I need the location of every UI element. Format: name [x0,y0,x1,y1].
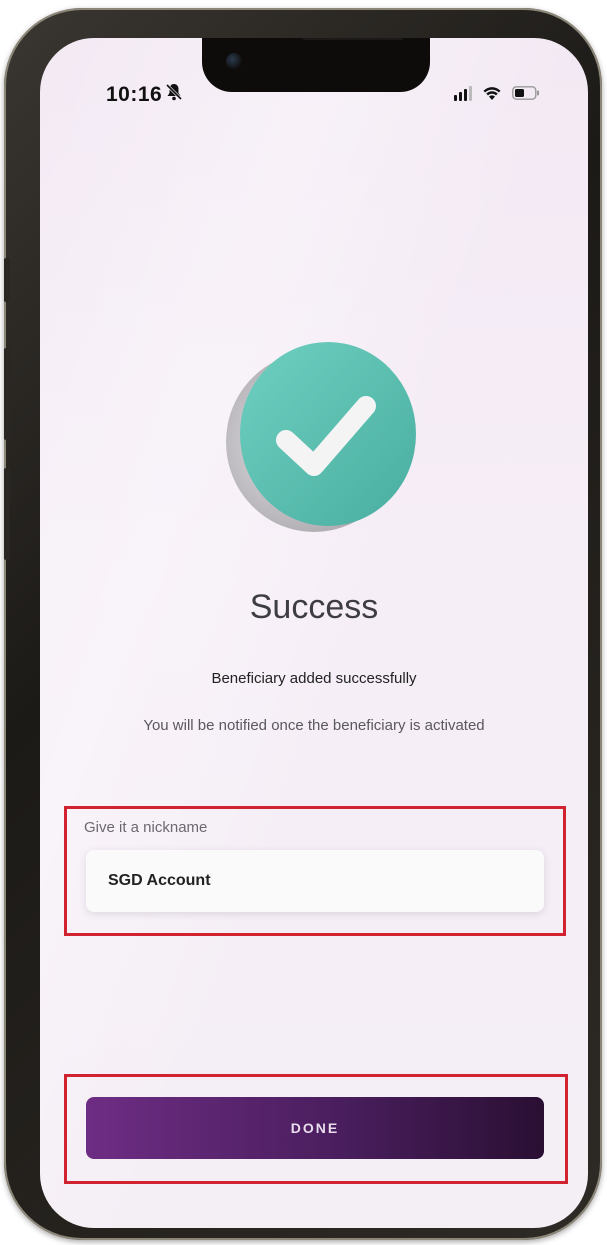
nickname-input[interactable] [86,850,544,912]
bell-slash-icon [165,83,183,106]
side-button-mute [4,258,10,302]
activation-note: You will be notified once the beneficiar… [143,717,485,734]
cellular-signal-icon [454,85,472,101]
side-button-volume-up [4,348,10,440]
success-subtitle: Beneficiary added successfully [211,670,417,687]
phone-frame: 10:16 Success Beneficiary added successf… [4,8,602,1240]
home-indicator [220,1208,410,1214]
done-button[interactable]: DONE [86,1097,544,1159]
front-camera [226,53,242,69]
checkmark-circle-icon [220,334,420,534]
battery-icon [512,86,540,100]
nickname-label: Give it a nickname [84,819,208,836]
earpiece-speaker [302,38,404,40]
status-indicators [454,85,540,101]
wifi-icon [482,86,502,101]
app-screen: 10:16 Success Beneficiary added successf… [40,38,588,1228]
side-button-volume-down [4,468,10,560]
success-title: Success [249,588,379,626]
status-time: 10:16 [106,83,163,106]
